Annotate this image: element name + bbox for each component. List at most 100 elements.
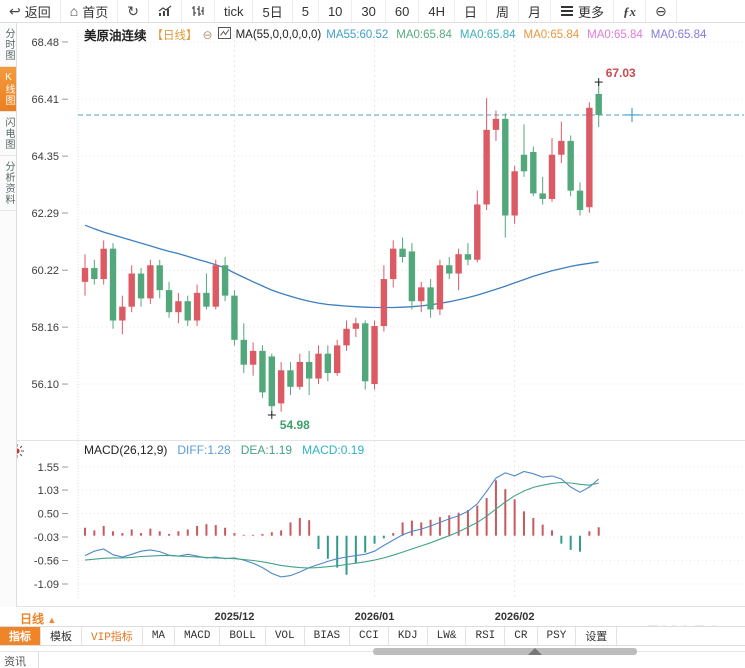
back-icon: ↩ [9, 3, 21, 19]
candle-body [595, 93, 602, 115]
period-month-button[interactable]: 月 [519, 0, 552, 22]
ma-indicator-icon [217, 27, 231, 42]
axis-divider [0, 606, 745, 607]
candle-body [390, 248, 397, 280]
legend-value: MA0:65.84 [396, 28, 452, 41]
tab-macd[interactable]: MACD [175, 627, 221, 645]
period-5min-button[interactable]: 5 [293, 0, 319, 22]
macd-layer [84, 470, 600, 578]
candle-body [324, 353, 332, 374]
tab-boll[interactable]: BOLL [220, 627, 266, 645]
home-button-label: 首页 [82, 4, 109, 20]
tab-vip-indicator[interactable]: VIP指标 [82, 627, 143, 645]
candle-body [203, 292, 210, 307]
sidebar-item-lightning-chart[interactable]: 闪电图 [0, 112, 16, 156]
candle-body [464, 254, 472, 260]
tab-bias[interactable]: BIAS [305, 627, 351, 645]
candle-body [530, 151, 537, 194]
legend-value: DIFF:1.28 [177, 443, 231, 457]
news-corner-label[interactable]: 资讯 [4, 653, 26, 668]
ma-settings-label: MA(55,0,0,0,0,0) [235, 28, 322, 41]
period-selector-button[interactable]: 日线 ▲ [20, 610, 56, 627]
candle-body [193, 292, 201, 321]
home-button[interactable]: ⌂ 首页 [61, 0, 119, 22]
period-30min-button[interactable]: 30 [352, 0, 386, 22]
candle-body [137, 273, 145, 299]
indicator-tab-bar: 指标 模板 VIP指标 MA MACD BOLL VOL BIAS CCI KDJ LW& RSI CR… [0, 626, 745, 646]
tab-kdj[interactable]: KDJ [389, 627, 428, 645]
candle-body [474, 204, 481, 260]
candle-body [558, 140, 565, 155]
period-day-button[interactable]: 日 [455, 0, 487, 22]
home-icon: ⌂ [69, 3, 79, 19]
period-10min-button[interactable]: 10 [319, 0, 353, 22]
corner-divider [38, 651, 39, 668]
collapse-icon[interactable]: ⊖ [203, 28, 213, 42]
period-4h-button-label: 4H [428, 3, 445, 19]
svg-text:-1.09: -1.09 [34, 579, 59, 591]
tab-cr[interactable]: CR [505, 627, 538, 645]
period-tag: 【日线】 [151, 29, 198, 42]
scroll-up-arrow-icon[interactable] [528, 648, 542, 655]
period-10min-button-label: 10 [327, 3, 343, 19]
sidebar-item-analysis-data[interactable]: 分析资料 [0, 156, 16, 211]
candle-chart-button[interactable] [182, 0, 215, 22]
trading-app-window: ↩ 返回 ⌂ 首页 ↻ tick 5日 5 10 30 60 4H 日周月更多 ƒx ⊖ 分时图 K线图 闪电图… [0, 0, 745, 668]
candle-body [418, 287, 425, 302]
period-4h-button[interactable]: 4H [419, 0, 455, 22]
svg-text:1.03: 1.03 [38, 485, 59, 497]
tab-rsi[interactable]: RSI [466, 627, 506, 645]
scrollbar-thumb[interactable] [373, 648, 637, 655]
tab-settings[interactable]: 设置 [576, 627, 618, 645]
zoom-out-button[interactable]: ⊖ [646, 0, 677, 22]
candle-body [380, 279, 388, 327]
candle-body [91, 268, 98, 280]
candle-body [502, 118, 509, 216]
legend-value: MA0:65.84 [650, 28, 707, 41]
svg-text:66.41: 66.41 [31, 94, 59, 106]
date-label: 2026/01 [354, 611, 395, 623]
tab-template[interactable]: 模板 [41, 627, 82, 645]
fx-button[interactable]: ƒx [614, 0, 647, 22]
tab-indicator[interactable]: 指标 [0, 627, 41, 645]
tick-button[interactable]: tick [215, 0, 254, 22]
candle-body [240, 339, 247, 365]
tab-cci[interactable]: CCI [350, 627, 389, 645]
candle-body [231, 295, 238, 340]
period-week-button-label: 周 [495, 4, 509, 20]
legend-value: MA55:60.52 [326, 28, 389, 41]
macd-title: MACD(26,12,9) [84, 443, 168, 457]
sidebar-item-time-chart[interactable]: 分时图 [0, 23, 16, 67]
svg-text:58.16: 58.16 [31, 322, 59, 334]
period-5day-button[interactable]: 5日 [253, 0, 293, 22]
legend-value: MA0:65.84 [523, 28, 580, 41]
tab-ma[interactable]: MA [143, 627, 176, 645]
top-toolbar: ↩ 返回 ⌂ 首页 ↻ tick 5日 5 10 30 60 4H 日周月更多 ƒx ⊖ [0, 0, 745, 23]
tab-lw[interactable]: LW& [428, 627, 467, 645]
candle-body [586, 107, 593, 208]
period-week-button[interactable]: 周 [487, 0, 519, 22]
legend-value: MA0:65.84 [459, 28, 516, 41]
trend-chart-button[interactable] [149, 0, 182, 22]
refresh-button[interactable]: ↻ [118, 0, 149, 22]
candle-body [81, 268, 89, 282]
svg-text:0.50: 0.50 [38, 509, 59, 521]
chevron-up-icon: ▲ [47, 615, 57, 625]
candle-body [483, 129, 490, 205]
candle-body [268, 356, 275, 407]
candle-body [287, 370, 294, 387]
macd-values: DIFF:1.28 DEA:1.19 MACD:0.19 [177, 443, 364, 457]
candle-body [305, 361, 313, 379]
more-button[interactable]: 更多 [551, 0, 615, 22]
candle-body [221, 265, 229, 296]
date-label: 2026/02 [494, 611, 535, 623]
back-button[interactable]: ↩ 返回 [0, 0, 61, 22]
candle-body [128, 273, 135, 307]
period-60min-button[interactable]: 60 [386, 0, 420, 22]
tab-psy[interactable]: PSY [538, 627, 577, 645]
tab-vol[interactable]: VOL [266, 627, 305, 645]
chart-canvas[interactable]: 68.48 66.41 64.35 62.29 60.22 58.16 56.10 1.55 1… [16, 23, 745, 608]
sidebar-item-kline-chart[interactable]: K线图 [0, 67, 16, 112]
candle-body [408, 251, 416, 302]
candle-body [548, 154, 556, 199]
